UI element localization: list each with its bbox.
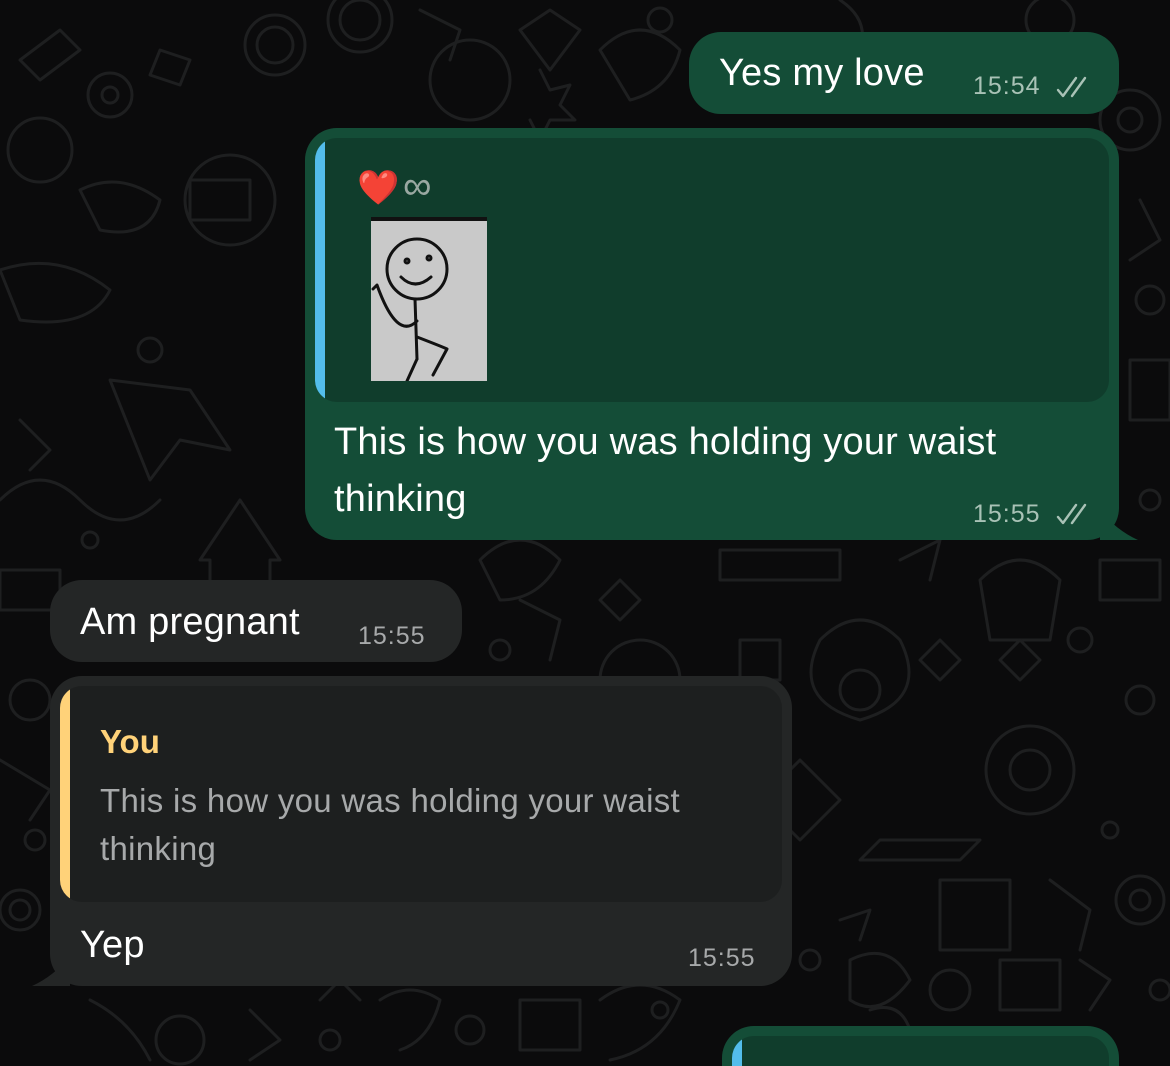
bubble-tail	[32, 956, 70, 986]
message-text-line-1: This is how you was holding your waist	[334, 421, 997, 463]
quoted-message[interactable]	[732, 1036, 1109, 1066]
message-time: 15:55	[358, 622, 426, 650]
outgoing-message-bubble[interactable]: ❤️ ∞ This is how you was holding your wa…	[305, 128, 1119, 540]
incoming-message-bubble[interactable]: Am pregnant 15:55	[50, 580, 462, 662]
quote-accent-bar	[60, 686, 70, 902]
infinity-icon: ∞	[403, 164, 432, 208]
message-text: Yep	[80, 924, 145, 966]
bubble-tail	[1100, 510, 1138, 540]
message-text: Yes my love	[719, 52, 925, 94]
heart-emoji: ❤️	[357, 169, 400, 207]
message-time: 15:55	[973, 500, 1041, 528]
quote-author: You	[100, 723, 160, 760]
message-text-line-2: thinking	[334, 478, 467, 520]
read-receipt-icon	[1056, 503, 1087, 525]
read-receipt-icon	[1056, 76, 1087, 98]
quote-accent-bar	[315, 138, 325, 402]
message-text: Am pregnant	[80, 601, 300, 643]
quoted-message[interactable]: ❤️ ∞	[315, 138, 1109, 402]
incoming-message-bubble[interactable]: You This is how you was holding your wai…	[50, 676, 792, 986]
message-time: 15:54	[973, 72, 1041, 100]
quoted-message[interactable]: You This is how you was holding your wai…	[60, 686, 782, 902]
outgoing-message-bubble-partial[interactable]	[722, 1026, 1119, 1066]
chat-area[interactable]: Yes my love 15:54 ❤️ ∞ This is how you w…	[0, 0, 1170, 1066]
message-time: 15:55	[688, 944, 756, 972]
outgoing-message-bubble[interactable]: Yes my love 15:54	[689, 32, 1119, 114]
quote-accent-bar	[732, 1036, 742, 1066]
quote-text-line-2: thinking	[100, 830, 217, 867]
stick-figure-sticker-thumbnail	[371, 217, 487, 381]
quote-text-line-1: This is how you was holding your waist	[100, 782, 680, 819]
